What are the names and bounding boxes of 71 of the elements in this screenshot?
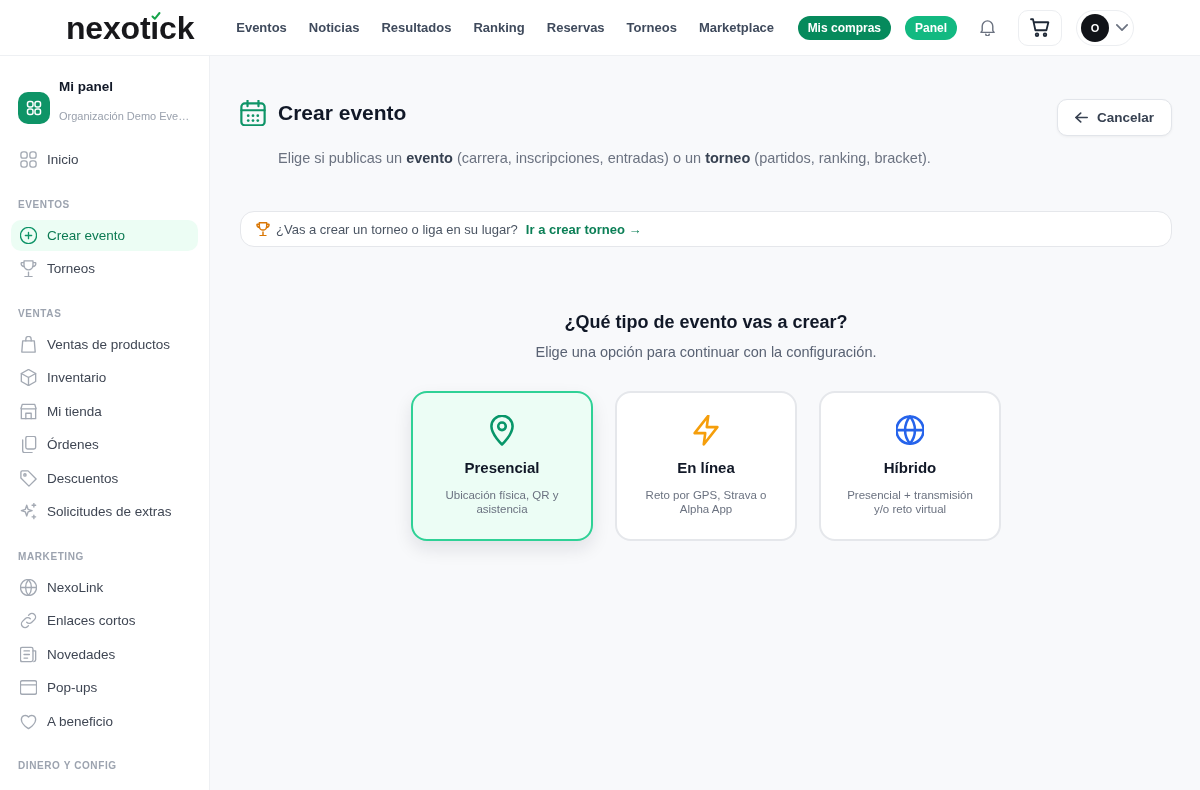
sidebar-item[interactable]: Pop-ups bbox=[11, 672, 198, 703]
organization-name: Organización Demo Eve… bbox=[59, 109, 190, 124]
page-title: Crear evento bbox=[278, 100, 407, 126]
nav-link[interactable]: Eventos bbox=[236, 20, 287, 35]
card-description: Ubicación física, QR y asistencia bbox=[444, 488, 560, 516]
avatar: O bbox=[1081, 13, 1109, 42]
event-type-card[interactable]: En línea Reto por GPS, Strava o Alpha App bbox=[615, 391, 797, 541]
sidebar-item[interactable]: A beneficio bbox=[11, 705, 198, 737]
question-title: ¿Qué tipo de evento vas a crear? bbox=[563, 311, 849, 334]
sidebar-item[interactable]: Ventas de productos bbox=[11, 328, 198, 360]
sidebar-item[interactable]: Enlaces cortos bbox=[11, 605, 198, 636]
card-title: Presencial bbox=[464, 458, 540, 478]
logo[interactable]: nexotick bbox=[66, 11, 195, 44]
card-description: Presencial + transmisión y/o reto virtual bbox=[846, 488, 974, 516]
nav-link[interactable]: Noticias bbox=[308, 20, 360, 35]
card-description: Reto por GPS, Strava o Alpha App bbox=[644, 488, 768, 516]
card-title: En línea bbox=[677, 458, 735, 478]
sidebar-item[interactable]: Torneos bbox=[11, 253, 198, 284]
clipboard-icon bbox=[20, 436, 37, 453]
sidebar-item[interactable]: Órdenes bbox=[11, 429, 198, 460]
nav-link[interactable]: Ranking bbox=[473, 20, 525, 35]
nav-link[interactable]: Resultados bbox=[381, 20, 452, 35]
create-tournament-link[interactable]: Ir a crear torneo → bbox=[525, 221, 642, 237]
sidebar-item[interactable]: Mi tienda bbox=[11, 395, 198, 427]
sidebar-item[interactable]: Descuentos bbox=[11, 462, 198, 494]
grid-icon bbox=[20, 151, 37, 168]
globe-icon bbox=[20, 578, 37, 596]
sidebar-item[interactable]: Solicitudes de extras bbox=[11, 496, 198, 527]
sidebar-item[interactable]: Inventario bbox=[11, 362, 198, 393]
sidebar-item[interactable]: Inicio bbox=[11, 144, 198, 175]
section-label: DINERO Y CONFIG bbox=[17, 759, 118, 773]
map-pin-icon bbox=[488, 415, 516, 446]
cube-icon bbox=[20, 369, 37, 386]
section-label: VENTAS bbox=[17, 306, 63, 321]
calendar-icon bbox=[240, 100, 266, 126]
sidebar-item[interactable]: Crear evento bbox=[11, 219, 198, 251]
arrow-left-icon bbox=[1074, 112, 1088, 123]
globe-icon bbox=[896, 415, 924, 446]
event-type-card[interactable]: Presencial Ubicación física, QR y asistencia bbox=[411, 391, 593, 541]
tag-icon bbox=[20, 469, 37, 487]
newspaper-icon bbox=[20, 645, 37, 663]
sidebar-item[interactable]: NexoLink bbox=[11, 571, 198, 603]
sparkles-icon bbox=[20, 503, 37, 520]
trophy-icon bbox=[256, 222, 270, 236]
window-icon bbox=[20, 679, 37, 696]
notice-text: ¿Vas a crear un torneo o liga en su lugar? bbox=[276, 221, 518, 237]
cart-icon bbox=[1030, 18, 1050, 37]
cancel-button[interactable]: Cancelar bbox=[1056, 99, 1172, 136]
account-button[interactable]: O bbox=[1076, 9, 1134, 46]
store-icon bbox=[20, 402, 37, 420]
nav-link[interactable]: Marketplace bbox=[698, 20, 775, 35]
section-label: EVENTOS bbox=[17, 197, 71, 212]
panel-title: Mi panel bbox=[59, 78, 114, 96]
lightning-bolt-icon bbox=[692, 415, 720, 446]
bag-icon bbox=[20, 335, 37, 353]
header-button[interactable]: Mis compras bbox=[797, 15, 891, 40]
link-icon bbox=[20, 612, 37, 629]
section-label: MARKETING bbox=[17, 549, 85, 564]
question-subtitle: Elige una opción para continuar con la configuración. bbox=[534, 343, 878, 362]
event-type-card[interactable]: Híbrido Presencial + transmisión y/o reto virtual bbox=[819, 391, 1001, 541]
nav-link[interactable]: Torneos bbox=[626, 20, 677, 35]
sidebar-item[interactable]: Novedades bbox=[11, 638, 198, 670]
heart-icon bbox=[20, 712, 37, 730]
page-description: Elige si publicas un evento (carrera, inscripciones, entradas) o un torneo (partidos, ranking, bracket). bbox=[278, 149, 932, 168]
card-title: Híbrido bbox=[883, 458, 937, 478]
cart-button[interactable] bbox=[1018, 9, 1062, 46]
grid-icon bbox=[18, 92, 50, 124]
bell-icon[interactable] bbox=[980, 19, 995, 36]
trophy-icon bbox=[20, 260, 37, 277]
chevron-down-icon bbox=[1116, 24, 1128, 31]
nav-link[interactable]: Reservas bbox=[546, 20, 605, 35]
